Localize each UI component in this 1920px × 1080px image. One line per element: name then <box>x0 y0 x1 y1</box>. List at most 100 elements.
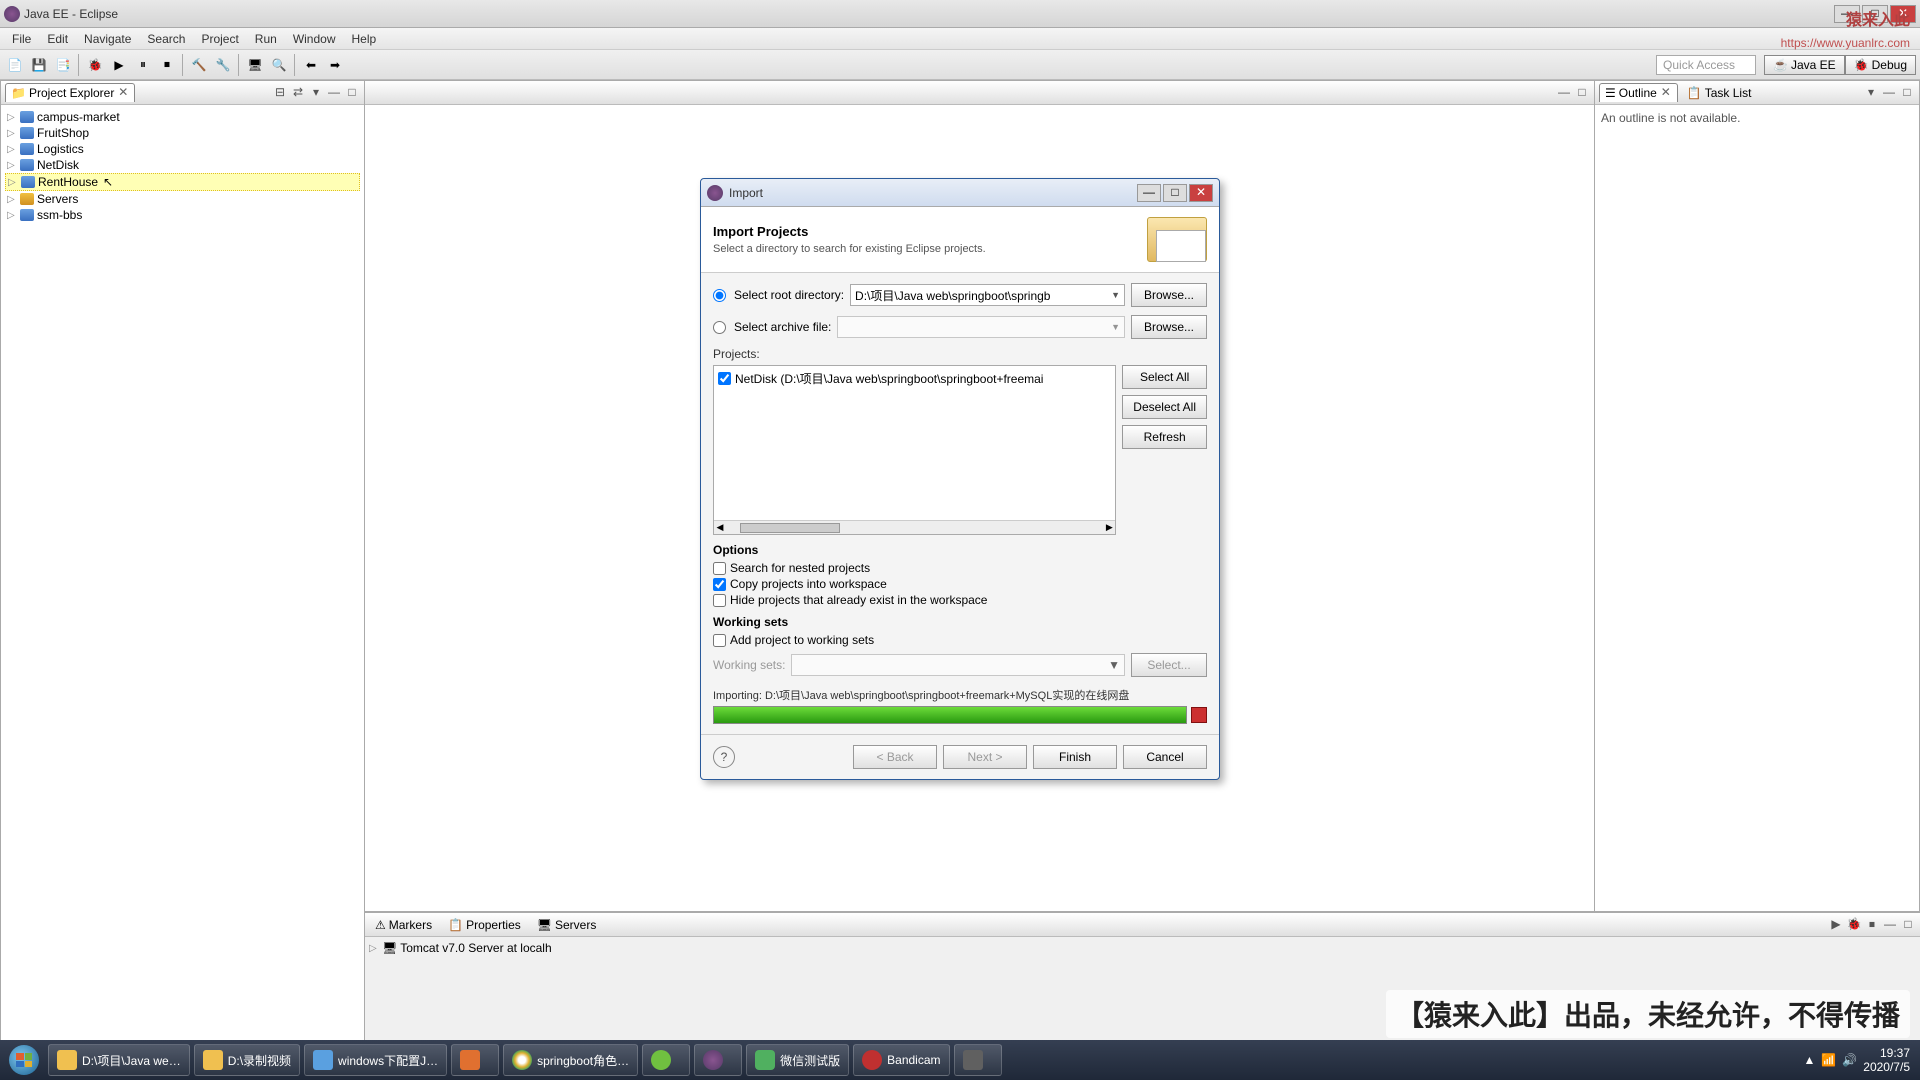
working-set-combo[interactable]: ▼ <box>791 654 1125 676</box>
browse-root-button[interactable]: Browse... <box>1131 283 1207 307</box>
save-all-button[interactable]: 📑 <box>52 54 74 76</box>
server-item[interactable]: ▷ 🖥 Tomcat v7.0 Server at localh <box>369 941 1916 955</box>
tray-network-icon[interactable]: 📶 <box>1821 1053 1836 1067</box>
refresh-button[interactable]: Refresh <box>1122 425 1207 449</box>
taskbar-item[interactable]: D:\录制视频 <box>194 1044 300 1076</box>
taskbar-item[interactable]: Bandicam <box>853 1044 949 1076</box>
perspective-javaee[interactable]: ☕Java EE <box>1764 55 1845 75</box>
horizontal-scrollbar[interactable]: ◀ ▶ <box>714 520 1115 534</box>
link-editor-icon[interactable]: ⇄ <box>290 85 306 101</box>
taskbar-item[interactable]: D:\项目\Java we… <box>48 1044 190 1076</box>
minimize-pane-icon[interactable]: — <box>326 85 342 101</box>
close-icon[interactable]: ✕ <box>117 87 129 99</box>
search-button[interactable]: 🔍 <box>268 54 290 76</box>
taskbar-item[interactable] <box>451 1044 499 1076</box>
tree-item-highlighted[interactable]: ▷RentHouse↖ <box>5 173 360 191</box>
root-directory-combo[interactable]: D:\项目\Java web\springboot\springb▼ <box>850 284 1125 306</box>
external-tools-button[interactable]: 🔧 <box>212 54 234 76</box>
server-start-icon[interactable]: ▶ <box>1828 917 1844 933</box>
menu-run[interactable]: Run <box>247 32 285 46</box>
menu-project[interactable]: Project <box>193 32 246 46</box>
maximize-pane-icon[interactable]: □ <box>344 85 360 101</box>
view-menu-icon[interactable]: ▾ <box>308 85 324 101</box>
menu-search[interactable]: Search <box>139 32 193 46</box>
debug-button[interactable]: 🐞 <box>84 54 106 76</box>
tab-properties[interactable]: 📋Properties <box>442 916 527 934</box>
taskbar-item[interactable]: 微信测试版 <box>746 1044 849 1076</box>
hide-checkbox[interactable] <box>713 594 726 607</box>
start-button[interactable] <box>4 1040 44 1080</box>
taskbar-item[interactable]: springboot角色… <box>503 1044 638 1076</box>
tree-item[interactable]: ▷Servers <box>5 191 360 207</box>
stop-progress-button[interactable] <box>1191 707 1207 723</box>
menu-file[interactable]: File <box>4 32 39 46</box>
maximize-pane-icon[interactable]: □ <box>1574 85 1590 101</box>
projects-list[interactable]: NetDisk (D:\项目\Java web\springboot\sprin… <box>713 365 1116 535</box>
cancel-button[interactable]: Cancel <box>1123 745 1207 769</box>
browse-archive-button[interactable]: Browse... <box>1131 315 1207 339</box>
build-button[interactable]: 🔨 <box>188 54 210 76</box>
select-working-set-button[interactable]: Select... <box>1131 653 1207 677</box>
maximize-pane-icon[interactable]: □ <box>1900 917 1916 933</box>
close-icon[interactable]: ✕ <box>1660 87 1672 99</box>
terminate-button[interactable]: ⏹ <box>156 54 178 76</box>
new-button[interactable]: 📄 <box>4 54 26 76</box>
scroll-right-icon[interactable]: ▶ <box>1103 522 1115 533</box>
tree-item[interactable]: ▷NetDisk <box>5 157 360 173</box>
server-stop-icon[interactable]: ⏹ <box>1864 917 1880 933</box>
finish-button[interactable]: Finish <box>1033 745 1117 769</box>
perspective-debug[interactable]: 🐞Debug <box>1845 55 1916 75</box>
quick-access-input[interactable]: Quick Access <box>1656 55 1756 75</box>
minimize-pane-icon[interactable]: — <box>1881 85 1897 101</box>
project-explorer-tab[interactable]: 📁 Project Explorer ✕ <box>5 83 135 102</box>
project-checkbox[interactable] <box>718 372 731 385</box>
dialog-close-button[interactable]: ✕ <box>1189 184 1213 202</box>
back-button[interactable]: ⬅ <box>300 54 322 76</box>
scroll-left-icon[interactable]: ◀ <box>714 522 726 533</box>
archive-radio[interactable] <box>713 321 726 334</box>
root-radio[interactable] <box>713 289 726 302</box>
menu-help[interactable]: Help <box>344 32 385 46</box>
tree-item[interactable]: ▷campus-market <box>5 109 360 125</box>
tree-item[interactable]: ▷ssm-bbs <box>5 207 360 223</box>
forward-button[interactable]: ➡ <box>324 54 346 76</box>
minimize-pane-icon[interactable]: — <box>1556 85 1572 101</box>
ws-add-checkbox[interactable] <box>713 634 726 647</box>
taskbar-item[interactable] <box>642 1044 690 1076</box>
menu-edit[interactable]: Edit <box>39 32 76 46</box>
select-all-button[interactable]: Select All <box>1122 365 1207 389</box>
project-checkbox-item[interactable]: NetDisk (D:\项目\Java web\springboot\sprin… <box>718 370 1111 387</box>
nested-checkbox[interactable] <box>713 562 726 575</box>
tray-clock[interactable]: 19:37 2020/7/5 <box>1863 1046 1910 1074</box>
tree-item[interactable]: ▷Logistics <box>5 141 360 157</box>
menu-navigate[interactable]: Navigate <box>76 32 139 46</box>
tasklist-tab[interactable]: 📋 Task List <box>1682 84 1757 102</box>
tab-markers[interactable]: ⚠Markers <box>369 916 438 934</box>
archive-combo[interactable]: ▼ <box>837 316 1125 338</box>
taskbar-item[interactable] <box>694 1044 742 1076</box>
menu-window[interactable]: Window <box>285 32 344 46</box>
stop-button[interactable]: ⏸ <box>132 54 154 76</box>
server-debug-icon[interactable]: 🐞 <box>1846 917 1862 933</box>
view-menu-icon[interactable]: ▾ <box>1863 85 1879 101</box>
run-button[interactable]: ▶ <box>108 54 130 76</box>
copy-checkbox[interactable] <box>713 578 726 591</box>
save-button[interactable]: 💾 <box>28 54 50 76</box>
collapse-all-icon[interactable]: ⊟ <box>272 85 288 101</box>
dialog-minimize-button[interactable]: — <box>1137 184 1161 202</box>
dialog-maximize-button[interactable]: □ <box>1163 184 1187 202</box>
next-button[interactable]: Next > <box>943 745 1027 769</box>
help-button[interactable]: ? <box>713 746 735 768</box>
dialog-title-bar[interactable]: Import — □ ✕ <box>701 179 1219 207</box>
taskbar-item[interactable]: windows下配置J… <box>304 1044 447 1076</box>
new-server-button[interactable]: 🖥 <box>244 54 266 76</box>
back-button[interactable]: < Back <box>853 745 937 769</box>
deselect-all-button[interactable]: Deselect All <box>1122 395 1207 419</box>
taskbar-item[interactable] <box>954 1044 1002 1076</box>
tab-servers[interactable]: 🖥Servers <box>531 916 603 934</box>
scroll-thumb[interactable] <box>740 523 840 533</box>
tray-up-icon[interactable]: ▲ <box>1803 1053 1815 1067</box>
tree-item[interactable]: ▷FruitShop <box>5 125 360 141</box>
maximize-pane-icon[interactable]: □ <box>1899 85 1915 101</box>
minimize-pane-icon[interactable]: — <box>1882 917 1898 933</box>
